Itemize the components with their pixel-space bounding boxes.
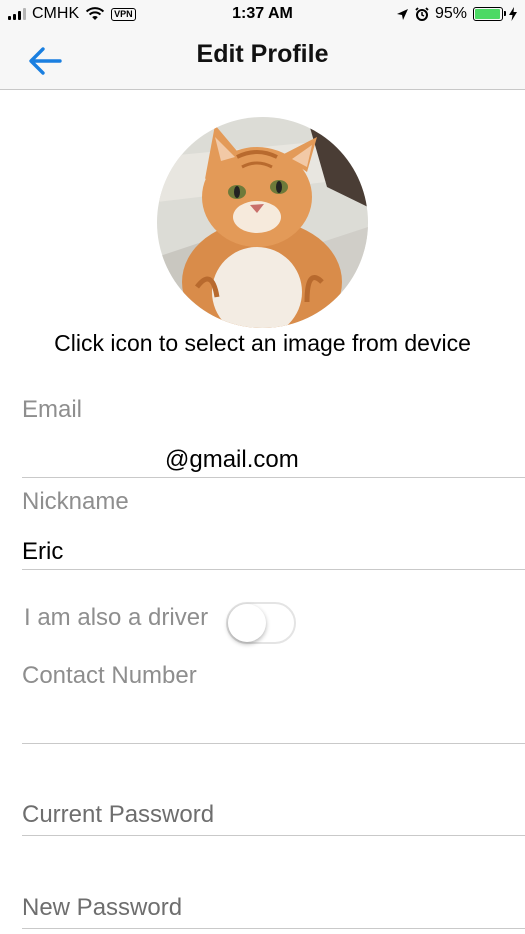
current-password-field[interactable]: Current Password — [22, 795, 525, 835]
driver-label: I am also a driver — [24, 604, 209, 631]
status-right: 95% — [396, 5, 517, 23]
nickname-label: Nickname — [22, 488, 129, 515]
profile-avatar[interactable] — [157, 117, 368, 328]
current-password-placeholder: Current Password — [22, 801, 215, 828]
alarm-icon — [415, 7, 429, 21]
avatar-hint: Click icon to select an image from devic… — [54, 330, 471, 356]
nickname-field[interactable]: Eric — [22, 532, 525, 568]
contact-number-label: Contact Number — [22, 662, 197, 689]
email-field[interactable]: @gmail.com — [22, 440, 525, 476]
nav-bar: Edit Profile — [0, 30, 525, 90]
battery-percent: 95% — [434, 5, 467, 22]
email-label: Email — [22, 396, 83, 423]
charging-bolt-icon — [509, 7, 517, 21]
nickname-underline — [22, 569, 525, 570]
toggle-knob — [228, 604, 266, 642]
location-arrow-icon — [396, 8, 408, 20]
current-password-underline — [22, 835, 525, 836]
page-title: Edit Profile — [196, 40, 329, 68]
new-password-placeholder: New Password — [22, 894, 183, 921]
driver-toggle[interactable] — [226, 602, 296, 644]
battery-level — [475, 9, 500, 19]
contact-number-field[interactable] — [22, 700, 525, 742]
cat-photo-avatar — [157, 117, 368, 328]
contact-number-underline — [22, 743, 525, 744]
email-underline — [22, 477, 525, 478]
email-value: @gmail.com — [165, 446, 299, 473]
new-password-field[interactable]: New Password — [22, 888, 525, 928]
nickname-value: Eric — [22, 538, 64, 565]
status-bar: CMHK VPN 1:37 AM 95% — [0, 0, 525, 30]
new-password-underline — [22, 928, 525, 929]
battery-icon — [473, 7, 506, 21]
